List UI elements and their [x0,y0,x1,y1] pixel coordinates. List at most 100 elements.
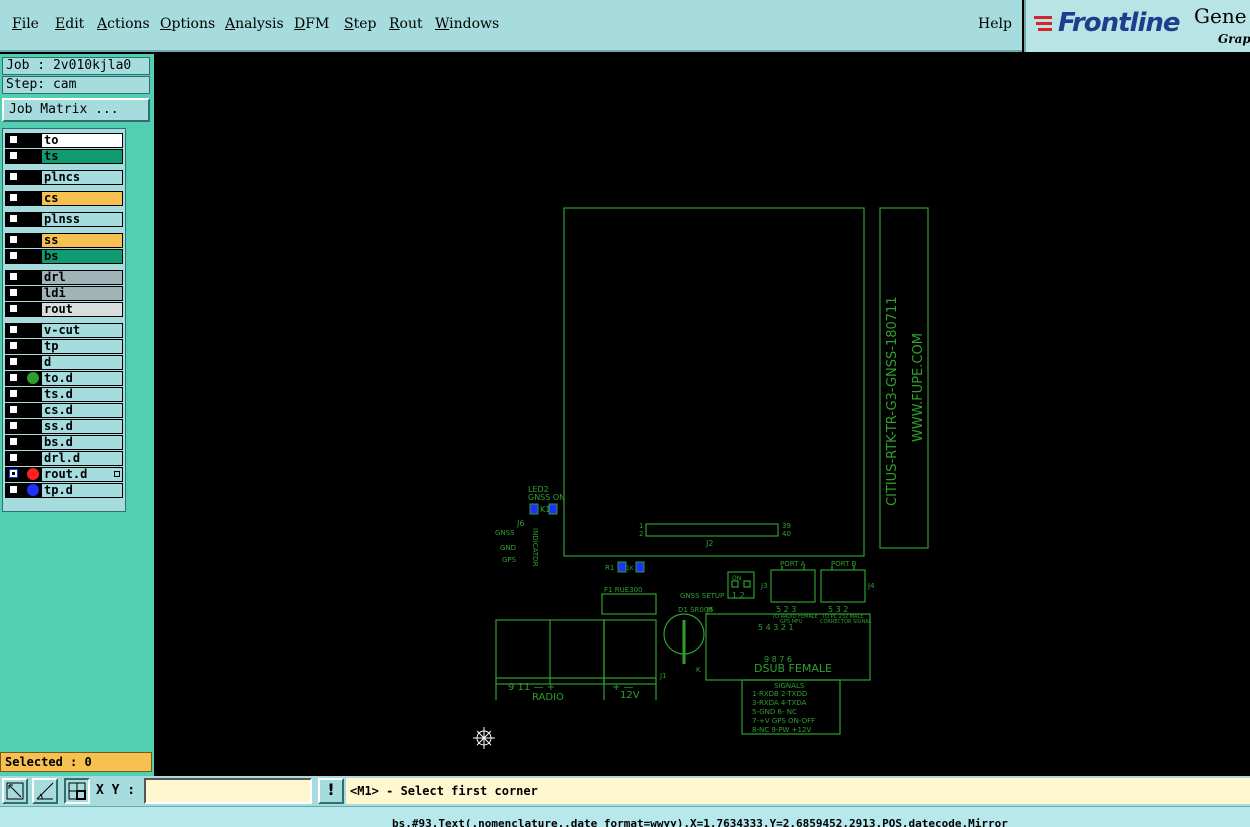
layer-row-bs[interactable]: bs [5,249,123,264]
layer-name[interactable]: d [41,355,123,370]
layer-affected-checkbox[interactable] [9,485,18,494]
layer-affected-cell[interactable] [5,483,25,498]
menu-file[interactable]: File [12,16,39,32]
layer-display-cell[interactable] [25,403,41,418]
layer-name[interactable]: rout.d [41,467,123,482]
layer-affected-cell[interactable] [5,191,25,206]
layer-row-cs-d[interactable]: cs.d [5,403,123,418]
xy-input[interactable] [144,778,312,804]
snap-grid-button[interactable] [64,778,90,804]
zoom-window-button[interactable] [2,778,28,804]
layer-affected-checkbox[interactable] [9,288,18,297]
layer-name[interactable]: drl [41,270,123,285]
layer-affected-cell[interactable] [5,419,25,434]
layer-affected-checkbox[interactable] [9,304,18,313]
layer-display-cell[interactable] [25,133,41,148]
layer-affected-cell[interactable] [5,355,25,370]
layer-display-cell[interactable] [25,191,41,206]
layer-row-bs-d[interactable]: bs.d [5,435,123,450]
layer-affected-cell[interactable] [5,133,25,148]
layer-name[interactable]: plnss [41,212,123,227]
layer-affected-checkbox[interactable] [9,437,18,446]
layer-affected-checkbox[interactable] [9,373,18,382]
layer-display-cell[interactable] [25,270,41,285]
menu-windows[interactable]: Windows [435,16,499,32]
layer-affected-cell[interactable] [5,249,25,264]
layer-affected-checkbox[interactable] [9,469,18,478]
layer-affected-checkbox[interactable] [9,272,18,281]
menu-edit[interactable]: Edit [55,16,84,32]
layer-display-cell[interactable] [25,371,41,386]
layer-affected-cell[interactable] [5,371,25,386]
layer-name[interactable]: ts [41,149,123,164]
layer-row-rout-d[interactable]: rout.d [5,467,123,482]
job-matrix-button[interactable]: Job Matrix ... [2,98,150,122]
layer-name[interactable]: cs [41,191,123,206]
layer-affected-cell[interactable] [5,467,25,482]
layer-affected-checkbox[interactable] [9,193,18,202]
layer-name[interactable]: rout [41,302,123,317]
message-button[interactable]: ! [318,778,344,804]
layer-name[interactable]: v-cut [41,323,123,338]
layer-affected-checkbox[interactable] [9,172,18,181]
layer-row-v-cut[interactable]: v-cut [5,323,123,338]
layer-name[interactable]: drl.d [41,451,123,466]
layer-affected-checkbox[interactable] [9,357,18,366]
layer-row-plncs[interactable]: plncs [5,170,123,185]
layer-affected-checkbox[interactable] [9,135,18,144]
layer-affected-checkbox[interactable] [9,251,18,260]
layer-display-cell[interactable] [25,249,41,264]
layer-display-cell[interactable] [25,451,41,466]
menu-step[interactable]: Step [344,16,376,32]
layer-display-cell[interactable] [25,323,41,338]
layer-display-cell[interactable] [25,355,41,370]
layer-affected-checkbox[interactable] [9,453,18,462]
menu-rout[interactable]: Rout [389,16,423,32]
layer-name[interactable]: ss.d [41,419,123,434]
layer-name[interactable]: plncs [41,170,123,185]
layer-name[interactable]: cs.d [41,403,123,418]
menu-analysis[interactable]: Analysis [225,16,284,32]
layer-row-ss[interactable]: ss [5,233,123,248]
menu-help[interactable]: Help [978,16,1012,32]
layer-name[interactable]: bs.d [41,435,123,450]
layer-display-cell[interactable] [25,170,41,185]
layer-affected-checkbox[interactable] [9,151,18,160]
layer-affected-cell[interactable] [5,403,25,418]
layer-name[interactable]: ldi [41,286,123,301]
layer-row-rout[interactable]: rout [5,302,123,317]
menu-actions[interactable]: Actions [97,16,150,32]
menu-dfm[interactable]: DFM [294,16,329,32]
layer-display-cell[interactable] [25,419,41,434]
layer-affected-checkbox[interactable] [9,341,18,350]
layer-affected-cell[interactable] [5,451,25,466]
measure-button[interactable] [32,778,58,804]
layer-affected-checkbox[interactable] [9,325,18,334]
layer-name[interactable]: to [41,133,123,148]
layer-display-cell[interactable] [25,302,41,317]
layer-name[interactable]: ts.d [41,387,123,402]
layer-display-cell[interactable] [25,387,41,402]
menu-options[interactable]: Options [160,16,215,32]
layer-name[interactable]: ss [41,233,123,248]
layer-display-cell[interactable] [25,339,41,354]
layer-affected-cell[interactable] [5,212,25,227]
layer-name[interactable]: to.d [41,371,123,386]
layer-display-cell[interactable] [25,467,41,482]
layer-affected-cell[interactable] [5,387,25,402]
layer-display-cell[interactable] [25,483,41,498]
layer-affected-checkbox[interactable] [9,214,18,223]
layer-affected-cell[interactable] [5,435,25,450]
layer-affected-cell[interactable] [5,302,25,317]
layer-row-ts[interactable]: ts [5,149,123,164]
layer-row-ts-d[interactable]: ts.d [5,387,123,402]
layer-affected-checkbox[interactable] [9,235,18,244]
layer-affected-cell[interactable] [5,339,25,354]
layer-affected-cell[interactable] [5,286,25,301]
layer-affected-cell[interactable] [5,170,25,185]
layer-affected-checkbox[interactable] [9,389,18,398]
layer-display-cell[interactable] [25,233,41,248]
graphic-canvas[interactable]: CITIUS-RTK-TR-G3-GNSS-180711 WWW.FUPE.CO… [154,54,1250,776]
layer-display-cell[interactable] [25,149,41,164]
layer-display-cell[interactable] [25,212,41,227]
